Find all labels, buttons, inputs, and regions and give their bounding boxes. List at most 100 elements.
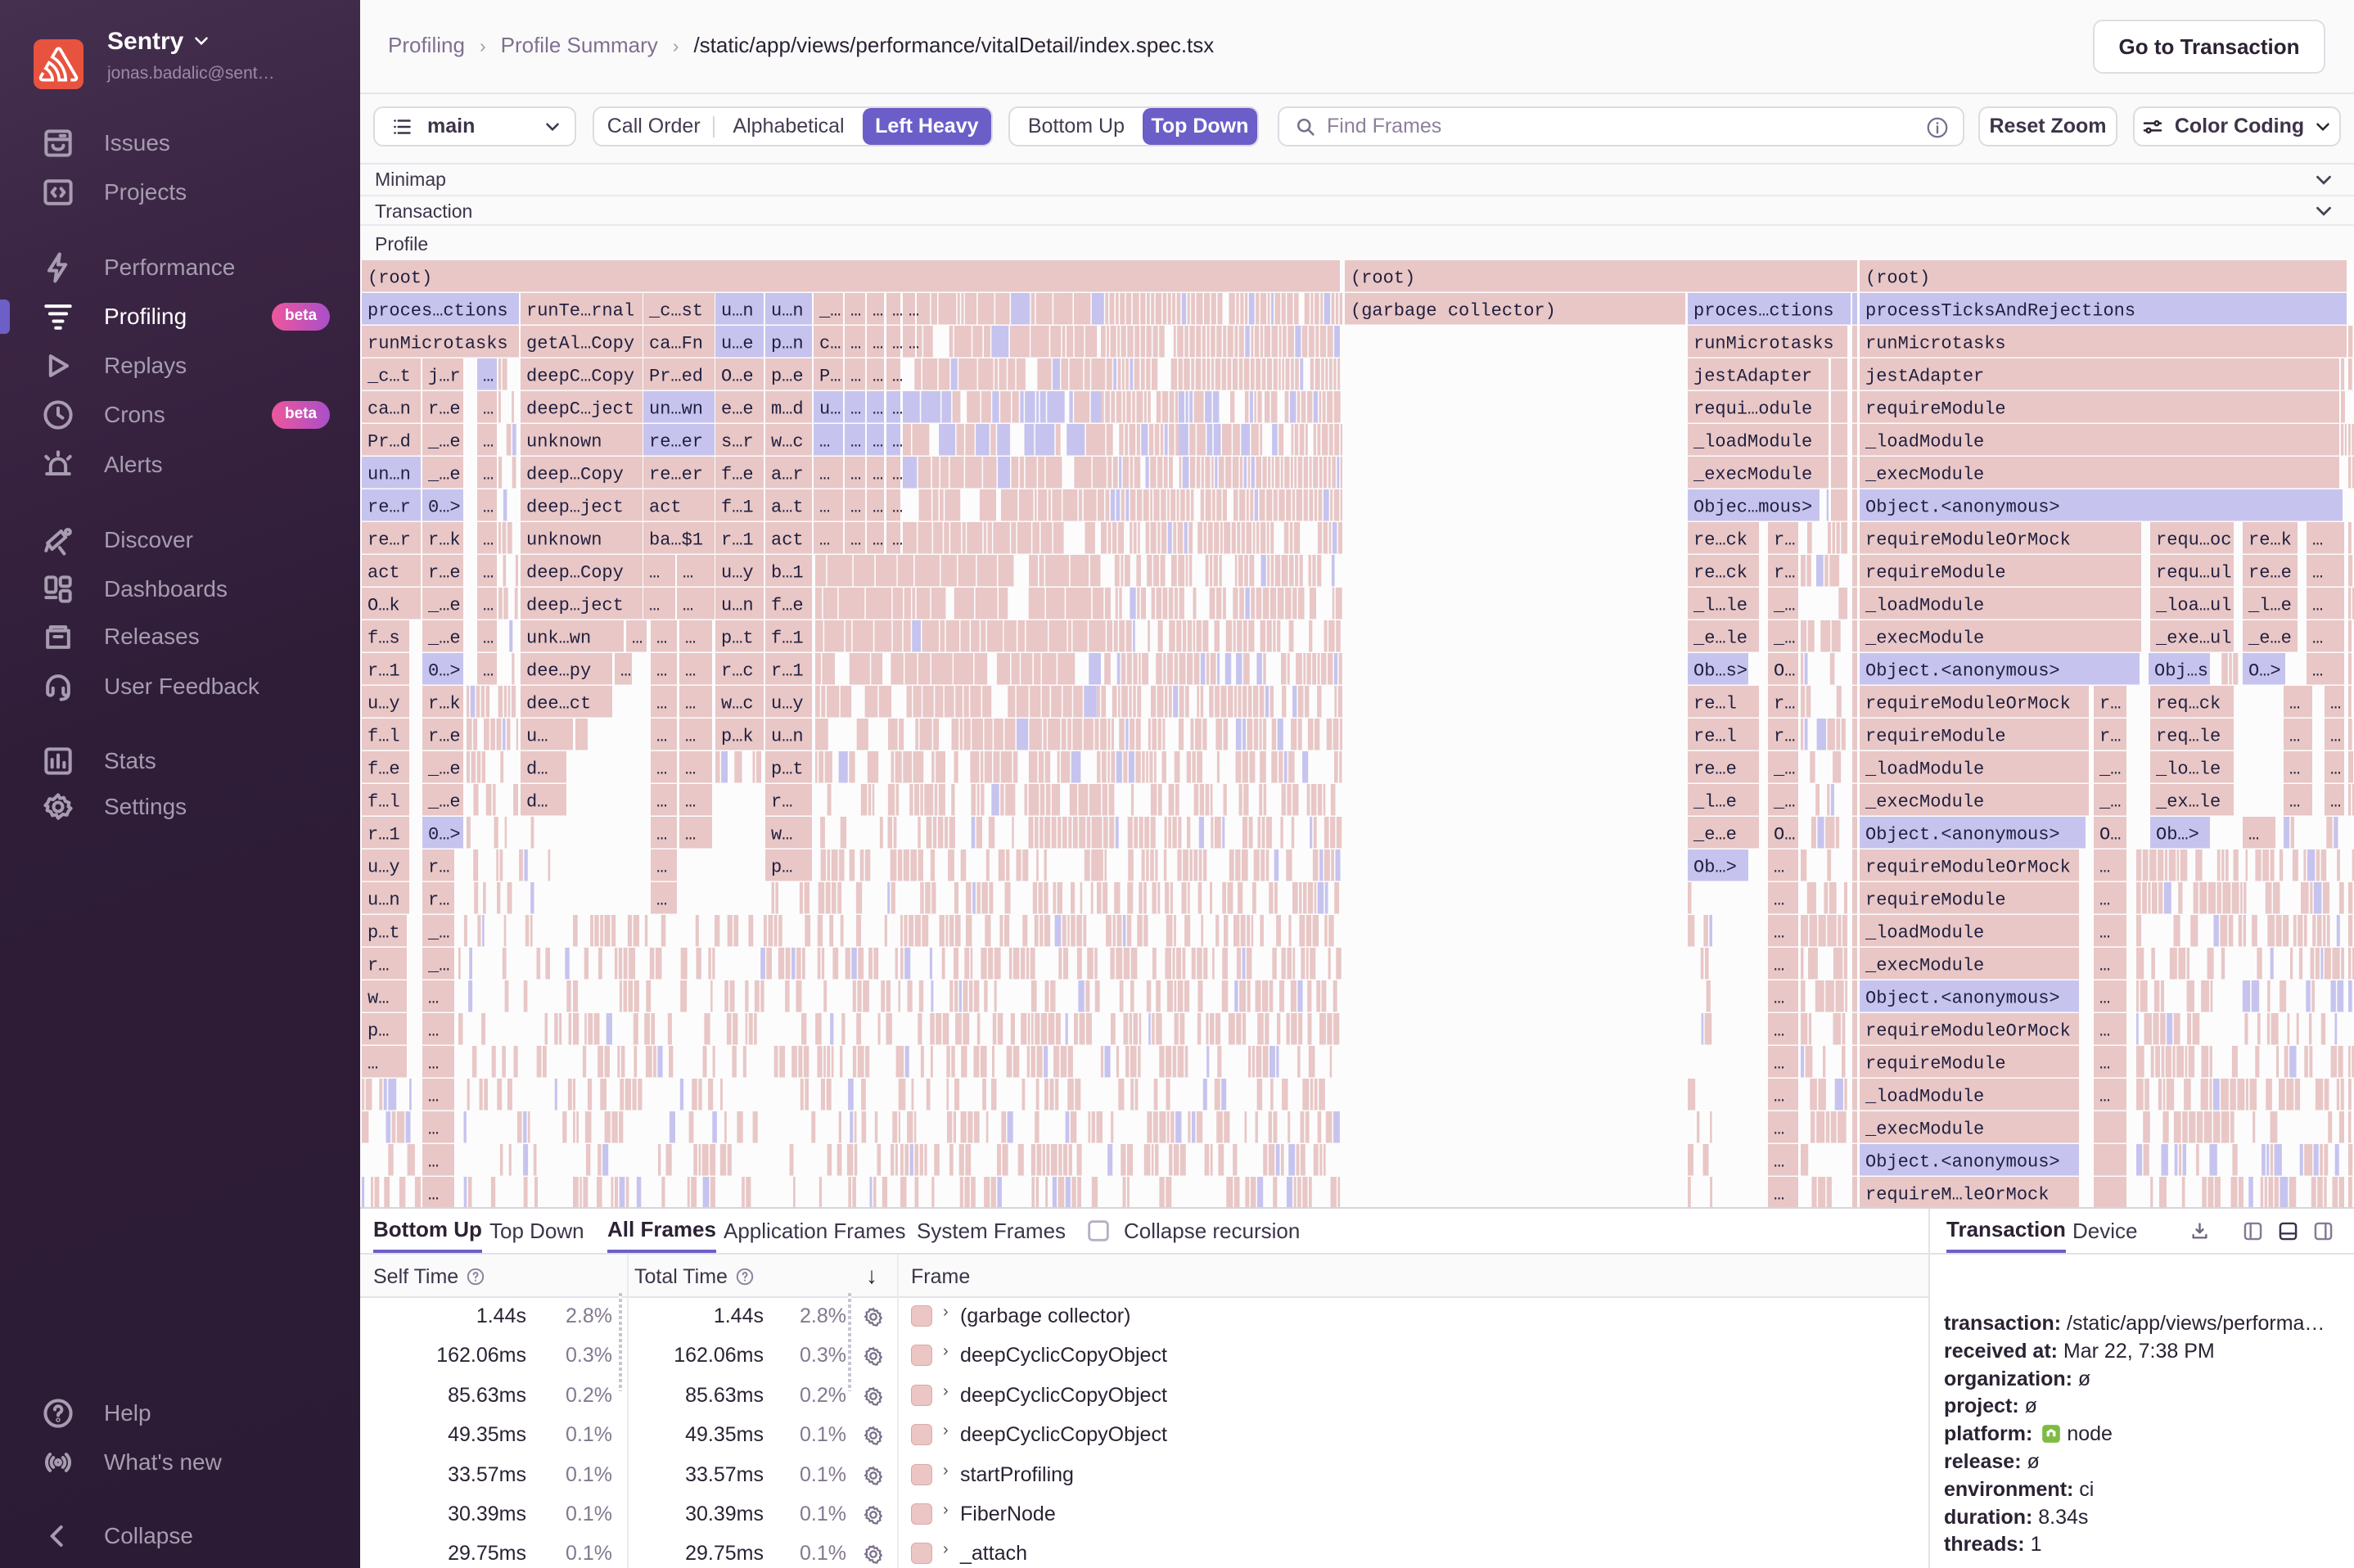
svg-text:j…r: j…r [428, 367, 461, 387]
svg-text:…: … [2312, 661, 2323, 682]
svg-text:…: … [873, 367, 883, 387]
svg-text:Pr…d: Pr…d [368, 432, 411, 453]
svg-text:…: … [483, 530, 494, 551]
svg-text:jestAdapter: jestAdapter [1865, 367, 1984, 387]
svg-text:requ…oc: requ…oc [2156, 530, 2231, 551]
svg-text:deepC…Copy: deepC…Copy [526, 367, 634, 387]
svg-text:…: … [850, 367, 861, 387]
svg-text:f…1: f…1 [771, 629, 804, 649]
svg-text:_…e: _…e [427, 629, 461, 649]
svg-text:…: … [909, 334, 919, 354]
svg-text:…: … [2248, 825, 2259, 845]
svg-text:a…t: a…t [771, 498, 804, 518]
svg-text:_…e: _…e [427, 792, 461, 813]
svg-text:c…: c… [819, 334, 841, 354]
svg-text:_e…e: _e…e [1693, 825, 1737, 845]
svg-text:proces…ctions: proces…ctions [1693, 301, 1834, 322]
svg-text:runTe…rnal: runTe…rnal [526, 301, 634, 322]
svg-text:u…n: u…n [721, 596, 754, 616]
svg-text:requireModuleOrMock: requireModuleOrMock [1865, 858, 2071, 878]
svg-text:r…k: r…k [428, 530, 461, 551]
svg-text:re…k: re…k [2248, 530, 2292, 551]
svg-text:re…r: re…r [368, 530, 411, 551]
svg-text:u…n: u…n [771, 301, 804, 322]
svg-text:_l…le: _l…le [1693, 596, 1747, 616]
svg-text:…: … [649, 596, 660, 616]
svg-text:…: … [2312, 596, 2323, 616]
svg-text:_e…e: _e…e [2248, 629, 2292, 649]
svg-text:_loadModule: _loadModule [1865, 432, 1984, 453]
svg-text:d…: d… [526, 792, 548, 813]
svg-text:_…: _… [1773, 596, 1795, 616]
svg-text:r…1: r…1 [368, 661, 400, 682]
svg-text:…: … [819, 432, 830, 453]
svg-text:deep…ject: deep…ject [526, 596, 624, 616]
svg-text:_loadModule: _loadModule [1865, 759, 1984, 780]
svg-text:…: … [428, 1185, 439, 1205]
svg-text:_c…st: _c…st [648, 301, 703, 322]
svg-text:…: … [685, 792, 696, 813]
svg-text:…: … [428, 1120, 439, 1140]
svg-text:e…e: e…e [721, 399, 754, 420]
svg-text:…: … [1774, 890, 1784, 911]
svg-text:re…e: re…e [1693, 759, 1737, 780]
svg-text:_l…e: _l…e [1693, 792, 1737, 813]
svg-text:…: … [656, 727, 667, 747]
svg-text:b…1: b…1 [771, 563, 804, 583]
svg-text:p…n: p…n [771, 334, 804, 354]
svg-text:…: … [819, 465, 830, 485]
svg-text:…: … [1774, 858, 1784, 878]
svg-text:…: … [656, 629, 667, 649]
svg-text:f…e: f…e [721, 465, 754, 485]
svg-text:…: … [656, 890, 667, 911]
svg-text:s…r: s…r [721, 432, 754, 453]
svg-text:O…: O… [1774, 661, 1795, 682]
svg-text:…: … [892, 432, 903, 453]
svg-text:u…: u… [819, 399, 841, 420]
svg-text:…: … [2330, 759, 2341, 780]
svg-text:…: … [1774, 1152, 1784, 1173]
svg-text:unknown: unknown [526, 432, 602, 453]
svg-text:r…e: r…e [428, 727, 461, 747]
svg-text:jestAdapter: jestAdapter [1693, 367, 1812, 387]
svg-text:a…r: a…r [771, 465, 804, 485]
svg-text:f…e: f…e [771, 596, 804, 616]
svg-text:u…y: u…y [721, 563, 754, 583]
svg-text:…: … [2330, 727, 2341, 747]
svg-text:…: … [850, 301, 861, 322]
svg-text:Object.<anonymous>: Object.<anonymous> [1865, 498, 2060, 518]
svg-text:…: … [819, 498, 830, 518]
svg-text:r…1: r…1 [771, 661, 804, 682]
svg-text:…: … [850, 399, 861, 420]
svg-text:deepC…ject: deepC…ject [526, 399, 634, 420]
svg-text:re…l: re…l [1693, 727, 1737, 747]
svg-text:getAl…Copy: getAl…Copy [526, 334, 634, 354]
svg-text:O…: O… [1774, 825, 1795, 845]
svg-text:_loadModule: _loadModule [1865, 596, 1984, 616]
svg-text:requireModule: requireModule [1865, 890, 2006, 911]
svg-text:…: … [892, 399, 903, 420]
svg-text:P…: P… [819, 367, 841, 387]
svg-text:dee…ct: dee…ct [526, 694, 591, 714]
svg-text:_…: _… [427, 956, 449, 976]
svg-text:…: … [1774, 989, 1784, 1009]
svg-text:…: … [483, 465, 494, 485]
svg-text:_l…e: _l…e [2248, 596, 2292, 616]
svg-text:u…n: u…n [368, 890, 400, 911]
svg-text:…: … [2330, 792, 2341, 813]
svg-text:…: … [2099, 1021, 2110, 1042]
svg-text:deep…ject: deep…ject [526, 498, 624, 518]
svg-text:requireModuleOrMock: requireModuleOrMock [1865, 694, 2071, 714]
svg-text:(garbage collector): (garbage collector) [1351, 301, 1556, 322]
svg-text:…: … [1774, 1054, 1784, 1075]
svg-text:r…e: r…e [428, 399, 461, 420]
svg-text:r…1: r…1 [721, 530, 754, 551]
svg-text:_execModule: _execModule [1693, 465, 1812, 485]
svg-text:requi…odule: requi…odule [1693, 399, 1812, 420]
svg-text:0…>: 0…> [428, 498, 461, 518]
svg-text:re…r: re…r [368, 498, 411, 518]
svg-text:O…k: O…k [368, 596, 400, 616]
svg-text:proces…ctions: proces…ctions [368, 301, 508, 322]
svg-text:…: … [1774, 1185, 1784, 1205]
svg-text:…: … [1774, 1120, 1784, 1140]
